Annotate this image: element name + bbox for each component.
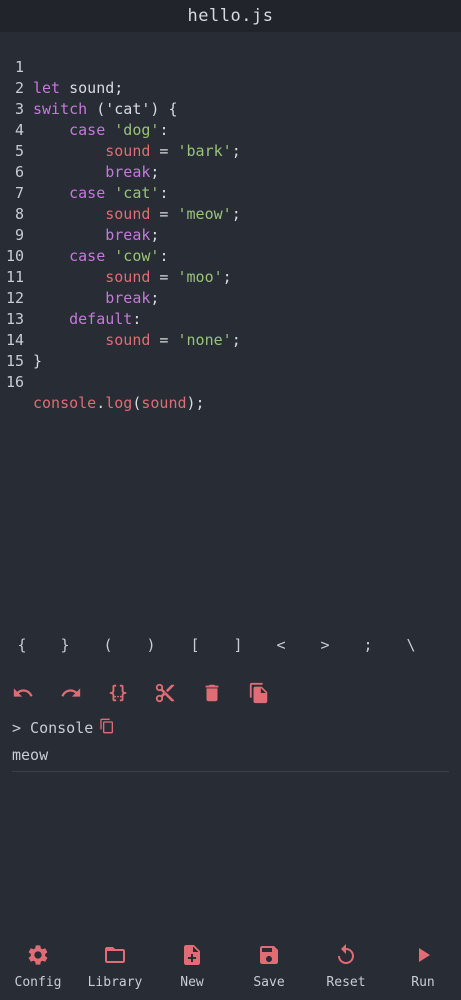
config-button[interactable]: Config: [0, 935, 76, 995]
save-button[interactable]: Save: [231, 935, 307, 995]
copy-icon: [100, 718, 114, 734]
save-label: Save: [253, 975, 285, 990]
save-icon: [260, 946, 278, 964]
editor-toolbar: [0, 680, 461, 708]
redo-icon: [61, 688, 81, 697]
file-name: hello.js: [187, 6, 274, 26]
undo-button[interactable]: [10, 680, 36, 706]
reset-button[interactable]: Reset: [308, 935, 384, 995]
code-line[interactable]: 1 let sound;: [0, 36, 461, 97]
line-number: 16: [5, 373, 24, 391]
new-label: New: [180, 975, 204, 990]
console-output-text: meow: [12, 746, 49, 764]
folder-icon: [105, 947, 125, 963]
code-editor[interactable]: 1 let sound; 2 switch ('cat') { 3 case '…: [0, 36, 461, 626]
cut-button[interactable]: [152, 680, 178, 706]
symbol-key-semicolon[interactable]: ;: [358, 636, 378, 654]
reset-icon: [338, 944, 354, 964]
bottom-navigation: Config Library New Save Reset Run: [0, 935, 461, 1000]
symbol-key-close-bracket[interactable]: ]: [228, 636, 248, 654]
new-file-button[interactable]: New: [154, 935, 230, 995]
run-button[interactable]: Run: [385, 935, 461, 995]
library-button[interactable]: Library: [77, 935, 153, 995]
play-icon: [419, 948, 430, 962]
code-line[interactable]: 7 sound = 'meow';: [0, 162, 461, 223]
redo-button[interactable]: [58, 680, 84, 706]
copy-icon: [249, 682, 268, 704]
console-header: > Console: [12, 717, 115, 739]
file-title-bar: hello.js: [0, 0, 461, 32]
symbol-key-open-brace[interactable]: {: [12, 636, 32, 654]
code-line[interactable]: 6 case 'cat':: [0, 141, 461, 202]
undo-icon: [13, 688, 33, 697]
code-line[interactable]: 16 console.log(sound);: [0, 351, 461, 412]
reset-label: Reset: [326, 975, 366, 990]
gear-icon: [28, 945, 48, 965]
symbol-key-close-brace[interactable]: }: [55, 636, 75, 654]
scissors-icon: [155, 683, 175, 703]
console-output: meow: [12, 746, 449, 772]
code-line[interactable]: 3 case 'dog':: [0, 78, 461, 139]
delete-button[interactable]: [199, 680, 225, 706]
new-file-icon: [184, 945, 200, 965]
code-line[interactable]: 15: [0, 330, 461, 370]
copy-button[interactable]: [246, 680, 272, 706]
symbol-key-backslash[interactable]: \: [401, 636, 421, 654]
code-line[interactable]: 14 }: [0, 309, 461, 370]
symbol-key-close-paren[interactable]: ): [141, 636, 161, 654]
code-line[interactable]: 10 sound = 'moo';: [0, 225, 461, 286]
code-line[interactable]: 9 case 'cow':: [0, 204, 461, 265]
symbol-bar: { } ( ) [ ] < > ; \: [0, 636, 461, 660]
library-label: Library: [87, 975, 143, 990]
symbol-key-open-paren[interactable]: (: [98, 636, 118, 654]
code-line[interactable]: 2 switch ('cat') {: [0, 57, 461, 118]
symbol-key-greater-than[interactable]: >: [315, 636, 335, 654]
trash-icon: [205, 684, 219, 702]
symbol-key-open-bracket[interactable]: [: [185, 636, 205, 654]
braces-icon: [109, 684, 127, 702]
code-line[interactable]: 11 break;: [0, 246, 461, 307]
console-label: > Console: [12, 719, 94, 737]
symbol-key-less-than[interactable]: <: [271, 636, 291, 654]
code-line[interactable]: 8 break;: [0, 183, 461, 244]
code-line[interactable]: 5 break;: [0, 120, 461, 181]
code-line[interactable]: 12 default:: [0, 267, 461, 328]
code-line[interactable]: 13 sound = 'none';: [0, 288, 461, 349]
config-label: Config: [14, 975, 62, 990]
code-line[interactable]: 4 sound = 'bark';: [0, 99, 461, 160]
run-label: Run: [411, 975, 435, 990]
copy-console-button[interactable]: [93, 718, 115, 738]
format-button[interactable]: [105, 680, 131, 706]
